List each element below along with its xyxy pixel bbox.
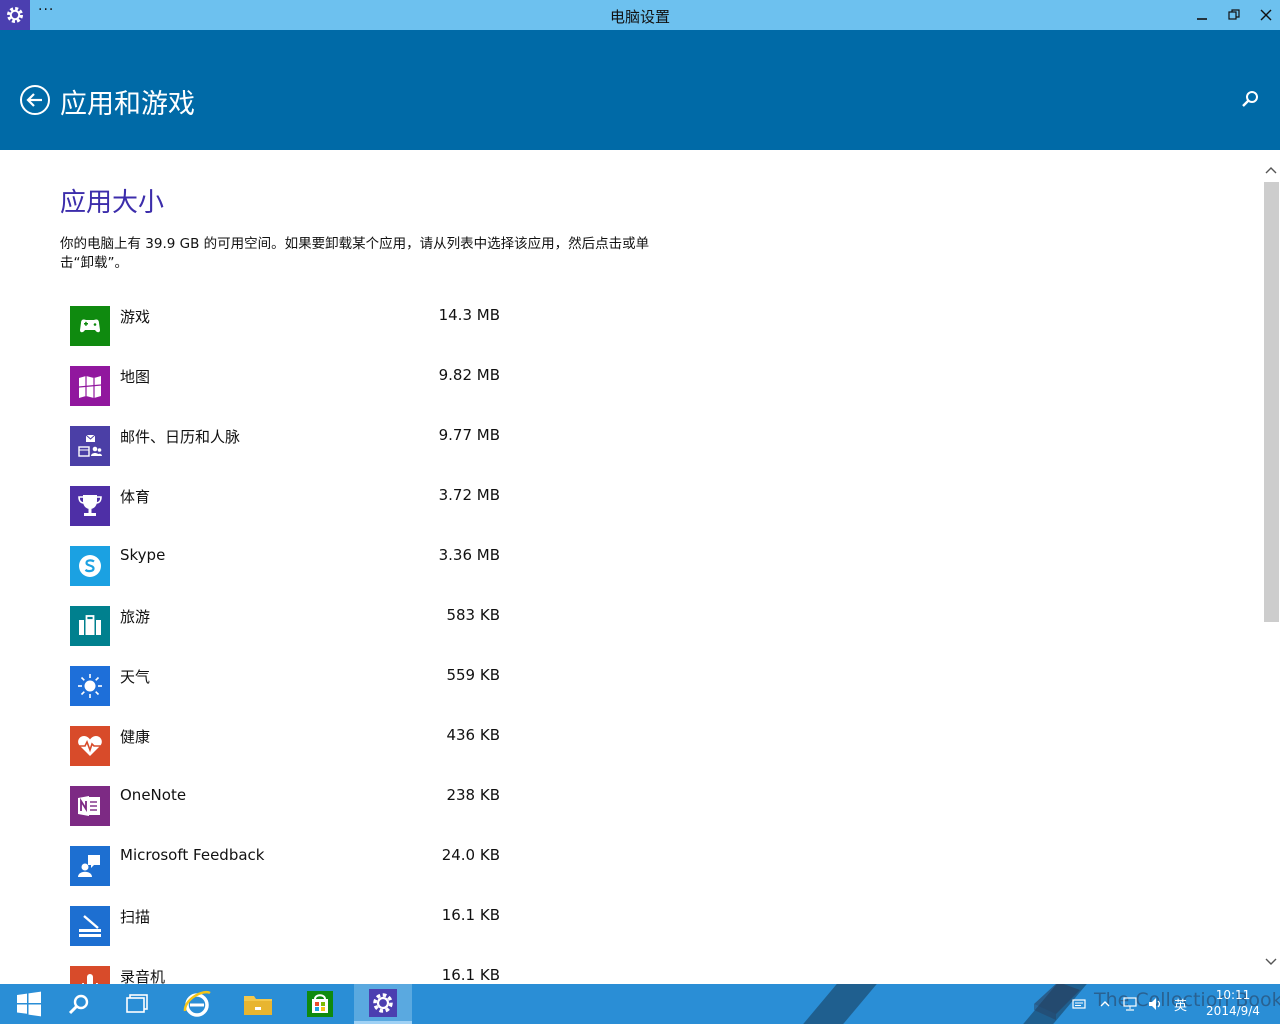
app-list-item[interactable]: 旅游 583 KB — [70, 606, 510, 666]
feedback-icon — [70, 846, 110, 886]
heart-pulse-icon — [70, 726, 110, 766]
app-list: 游戏 14.3 MB 地图 9.82 MB 邮件、日历和人脉 9.77 MB 体育 3.72 … — [70, 306, 510, 1026]
app-name: 地图 — [120, 368, 151, 386]
store-button[interactable] — [291, 984, 349, 1024]
app-name: 天气 — [120, 668, 151, 686]
search-button[interactable] — [1240, 89, 1260, 109]
store-icon — [307, 991, 333, 1017]
internet-explorer-button[interactable] — [168, 984, 226, 1024]
system-tray: 英 — [1072, 984, 1187, 1024]
windows-logo-icon — [17, 991, 41, 1017]
app-list-item[interactable]: 游戏 14.3 MB — [70, 306, 510, 366]
game-controller-icon — [70, 306, 110, 346]
clock-date: 2014/9/4 — [1206, 1004, 1260, 1018]
task-view-icon — [126, 994, 148, 1013]
taskbar-search-button[interactable] — [50, 984, 108, 1024]
app-list-item[interactable]: 地图 9.82 MB — [70, 366, 510, 426]
sun-icon — [70, 666, 110, 706]
title-bar: ··· 电脑设置 — [0, 0, 1280, 30]
taskbar: The Collection Book 英 10:11 2014/9/4 — [0, 984, 1280, 1024]
app-list-item[interactable]: 体育 3.72 MB — [70, 486, 510, 546]
search-icon — [68, 994, 89, 1015]
close-button[interactable] — [1250, 0, 1280, 30]
app-size: 3.72 MB — [438, 486, 500, 504]
scanner-icon — [70, 906, 110, 946]
page-header: 应用和游戏 — [0, 30, 1280, 150]
app-size: 16.1 KB — [441, 966, 500, 984]
vertical-scrollbar[interactable] — [1262, 150, 1280, 984]
app-size: 9.77 MB — [438, 426, 500, 444]
input-language-indicator[interactable]: 英 — [1174, 995, 1187, 1014]
storage-description: 你的电脑上有 39.9 GB 的可用空间。如果要卸载某个应用，请从列表中选择该应… — [60, 236, 650, 271]
app-name: 游戏 — [120, 308, 151, 326]
action-center-icon[interactable] — [1072, 998, 1086, 1010]
app-name: 邮件、日历和人脉 — [120, 428, 241, 446]
app-list-item[interactable]: OneNote 238 KB — [70, 786, 510, 846]
app-name: Microsoft Feedback — [120, 846, 265, 864]
suitcase-icon — [70, 606, 110, 646]
app-list-item[interactable]: 天气 559 KB — [70, 666, 510, 726]
app-size: 9.82 MB — [438, 366, 500, 384]
onenote-icon — [70, 786, 110, 826]
app-size: 436 KB — [446, 726, 500, 744]
app-name: 旅游 — [120, 608, 151, 626]
volume-icon[interactable] — [1148, 997, 1164, 1011]
map-icon — [70, 366, 110, 406]
task-view-button[interactable] — [108, 984, 166, 1024]
clock[interactable]: 10:11 2014/9/4 — [1196, 987, 1270, 1019]
settings-icon — [369, 988, 397, 1017]
minimize-button[interactable] — [1186, 0, 1218, 30]
app-name: 体育 — [120, 488, 151, 506]
app-size: 16.1 KB — [441, 906, 500, 924]
settings-taskbar-button[interactable] — [354, 984, 412, 1024]
back-button[interactable] — [19, 84, 51, 116]
search-icon — [1242, 91, 1258, 107]
app-size: 3.36 MB — [438, 546, 500, 564]
app-name: 健康 — [120, 728, 151, 746]
taskbar-decoration — [794, 984, 886, 1024]
app-list-item[interactable]: Microsoft Feedback 24.0 KB — [70, 846, 510, 906]
back-arrow-icon — [20, 85, 50, 115]
app-size: 238 KB — [446, 786, 500, 804]
internet-explorer-icon — [183, 990, 211, 1017]
window-title: 电脑设置 — [609, 8, 670, 26]
app-list-item[interactable]: Skype 3.36 MB — [70, 546, 510, 606]
app-size: 583 KB — [446, 606, 500, 624]
show-hidden-icons-icon[interactable] — [1100, 1000, 1110, 1008]
network-icon[interactable] — [1122, 997, 1138, 1011]
page-title: 应用和游戏 — [60, 89, 195, 120]
scroll-up-button[interactable] — [1262, 162, 1280, 178]
app-size: 24.0 KB — [441, 846, 500, 864]
file-explorer-button[interactable] — [229, 984, 287, 1024]
app-size: 14.3 MB — [438, 306, 500, 324]
app-name: OneNote — [120, 786, 187, 804]
app-list-item[interactable]: 扫描 16.1 KB — [70, 906, 510, 966]
app-name: 扫描 — [120, 908, 151, 926]
mail-calendar-people-icon — [70, 426, 110, 466]
folder-icon — [244, 996, 272, 1015]
app-list-item[interactable]: 健康 436 KB — [70, 726, 510, 786]
scroll-down-button[interactable] — [1262, 954, 1280, 970]
scroll-thumb[interactable] — [1264, 182, 1279, 622]
section-title: 应用大小 — [60, 188, 165, 218]
restore-button[interactable] — [1218, 0, 1250, 30]
app-name: Skype — [120, 546, 166, 564]
skype-icon — [70, 546, 110, 586]
trophy-icon — [70, 486, 110, 526]
app-list-item[interactable]: 邮件、日历和人脉 9.77 MB — [70, 426, 510, 486]
clock-time: 10:11 — [1215, 988, 1251, 1002]
app-size: 559 KB — [446, 666, 500, 684]
